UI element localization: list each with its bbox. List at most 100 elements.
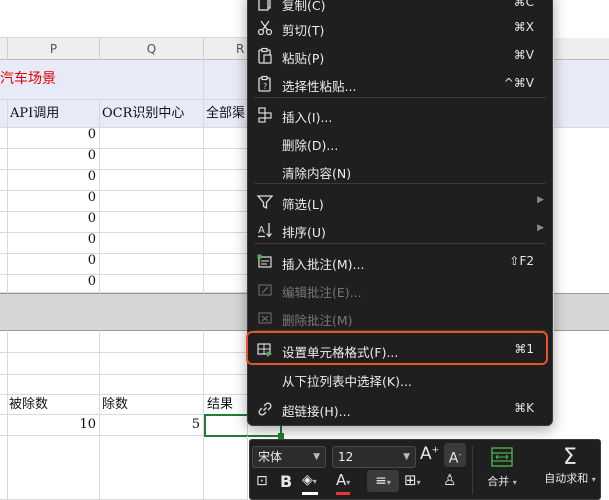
cell[interactable] <box>100 331 204 353</box>
menu-item-pick-from-list[interactable]: 从下拉列表中选择(K)... <box>248 365 552 393</box>
merge-button[interactable]: 合并 ▾ <box>484 446 520 494</box>
cell[interactable] <box>0 233 8 254</box>
cell[interactable] <box>0 331 8 353</box>
menu-item-insert[interactable]: 插入(I)... <box>248 101 552 129</box>
total-cell[interactable] <box>204 293 248 331</box>
bold-icon[interactable]: B <box>280 472 292 491</box>
api-value-cell[interactable]: 0 <box>8 254 100 275</box>
menu-item-filter[interactable]: 筛选(L) ▶ <box>248 188 552 216</box>
cell[interactable] <box>0 395 8 415</box>
dividend-value-cell[interactable]: 10 <box>8 415 100 436</box>
menu-item-insert-comment[interactable]: 插入批注(M)... ⇧F2 <box>248 248 552 276</box>
menu-item-shortcut: ⌘V <box>513 48 534 62</box>
divisor-label-cell[interactable]: 除数 <box>100 395 204 415</box>
cell[interactable] <box>0 375 8 395</box>
cell[interactable] <box>204 212 248 233</box>
header-cell-o[interactable] <box>0 100 8 128</box>
menu-item-paste[interactable]: 粘贴(P) ⌘V <box>248 42 552 70</box>
cell[interactable] <box>204 170 248 191</box>
result-label-cell[interactable]: 结果 <box>204 395 248 415</box>
font-size-select[interactable]: 12 ▼ <box>332 446 416 468</box>
total-cell[interactable] <box>0 293 8 331</box>
cell[interactable] <box>0 191 8 212</box>
menu-item-sort[interactable]: A 排序(U) ▶ <box>248 216 552 244</box>
banner-cell-r[interactable] <box>204 60 248 100</box>
total-cell[interactable] <box>8 293 100 331</box>
total-cell-s[interactable] <box>554 293 609 331</box>
cell[interactable] <box>8 436 100 500</box>
cell[interactable] <box>0 353 8 375</box>
cell[interactable] <box>0 254 8 275</box>
api-value-cell[interactable]: 0 <box>8 128 100 149</box>
api-value-cell[interactable]: 0 <box>8 170 100 191</box>
dividend-label-cell[interactable]: 被除数 <box>8 395 100 415</box>
api-value-cell[interactable]: 0 <box>8 212 100 233</box>
autosum-button[interactable]: Σ 自动求和 ▾ <box>540 446 600 494</box>
menu-item-edit-comment[interactable]: 编辑批注(E)... <box>248 276 552 304</box>
column-header-p[interactable]: P <box>8 38 100 60</box>
cell[interactable] <box>100 254 204 275</box>
cell[interactable] <box>8 331 100 353</box>
cell[interactable] <box>0 436 8 500</box>
cell[interactable] <box>0 149 8 170</box>
borders-icon[interactable]: ⊞▾ <box>404 471 421 489</box>
api-value-cell[interactable]: 0 <box>8 191 100 212</box>
cell[interactable] <box>100 233 204 254</box>
sort-icon: A <box>258 223 272 238</box>
cell[interactable] <box>100 149 204 170</box>
banner-cell-s[interactable] <box>554 60 609 128</box>
cell[interactable] <box>204 436 248 500</box>
fill-color-icon[interactable]: ◈▾ <box>302 472 318 495</box>
font-name-select[interactable]: 宋体 ▼ <box>252 446 326 468</box>
api-value-cell[interactable]: 0 <box>8 149 100 170</box>
divisor-value-cell[interactable]: 5 <box>100 415 204 436</box>
cell[interactable] <box>100 436 204 500</box>
cell[interactable] <box>204 254 248 275</box>
cell[interactable] <box>204 191 248 212</box>
header-cell-ocr[interactable]: OCR识别中心 <box>100 100 204 128</box>
cell[interactable] <box>204 149 248 170</box>
banner-cell[interactable]: 汽车场景 <box>0 60 204 100</box>
header-cell-api[interactable]: API调用 <box>8 100 100 128</box>
cell[interactable] <box>100 191 204 212</box>
font-color-icon[interactable]: A▾ <box>336 471 350 495</box>
column-header-s[interactable] <box>554 38 609 60</box>
menu-item-clear-contents[interactable]: 清除内容(N) <box>248 157 552 185</box>
api-value-cell[interactable]: 0 <box>8 233 100 254</box>
menu-item-hyperlink[interactable]: 超链接(H)... ⌘K <box>248 395 552 423</box>
total-cell[interactable] <box>100 293 204 331</box>
cell[interactable] <box>204 233 248 254</box>
cell[interactable] <box>0 128 8 149</box>
cell[interactable] <box>0 170 8 191</box>
menu-item-delete-comment[interactable]: 删除批注(M) <box>248 304 552 332</box>
cell[interactable] <box>100 353 204 375</box>
menu-item-delete[interactable]: 删除(D)... <box>248 129 552 157</box>
column-header-r[interactable]: R <box>204 38 248 60</box>
cell[interactable] <box>0 275 8 293</box>
cell[interactable] <box>0 415 8 436</box>
cell[interactable] <box>100 275 204 293</box>
column-header-o[interactable] <box>0 38 8 60</box>
cell[interactable] <box>204 275 248 293</box>
cell[interactable] <box>204 375 248 395</box>
menu-item-paste-special[interactable]: ? 选择性粘贴... ^⌘V <box>248 70 552 98</box>
decrease-font-icon[interactable]: A- <box>444 443 466 467</box>
align-center-icon[interactable]: ≡▾ <box>367 470 399 492</box>
api-value-cell[interactable]: 0 <box>8 275 100 293</box>
cell[interactable] <box>204 353 248 375</box>
cell[interactable] <box>204 128 248 149</box>
clear-format-icon[interactable]: ⊡ <box>256 473 268 489</box>
cell[interactable] <box>100 212 204 233</box>
column-header-q[interactable]: Q <box>100 38 204 60</box>
cell[interactable] <box>100 170 204 191</box>
cell[interactable] <box>204 331 248 353</box>
format-painter-icon[interactable]: ♙ <box>443 471 456 489</box>
cell[interactable] <box>100 128 204 149</box>
header-cell-all[interactable]: 全部渠 <box>204 100 248 128</box>
cell[interactable] <box>100 375 204 395</box>
menu-item-cut[interactable]: 剪切(T) ⌘X <box>248 14 552 42</box>
cell[interactable] <box>8 353 100 375</box>
cell[interactable] <box>8 375 100 395</box>
increase-font-icon[interactable]: A+ <box>420 444 439 464</box>
cell[interactable] <box>0 212 8 233</box>
